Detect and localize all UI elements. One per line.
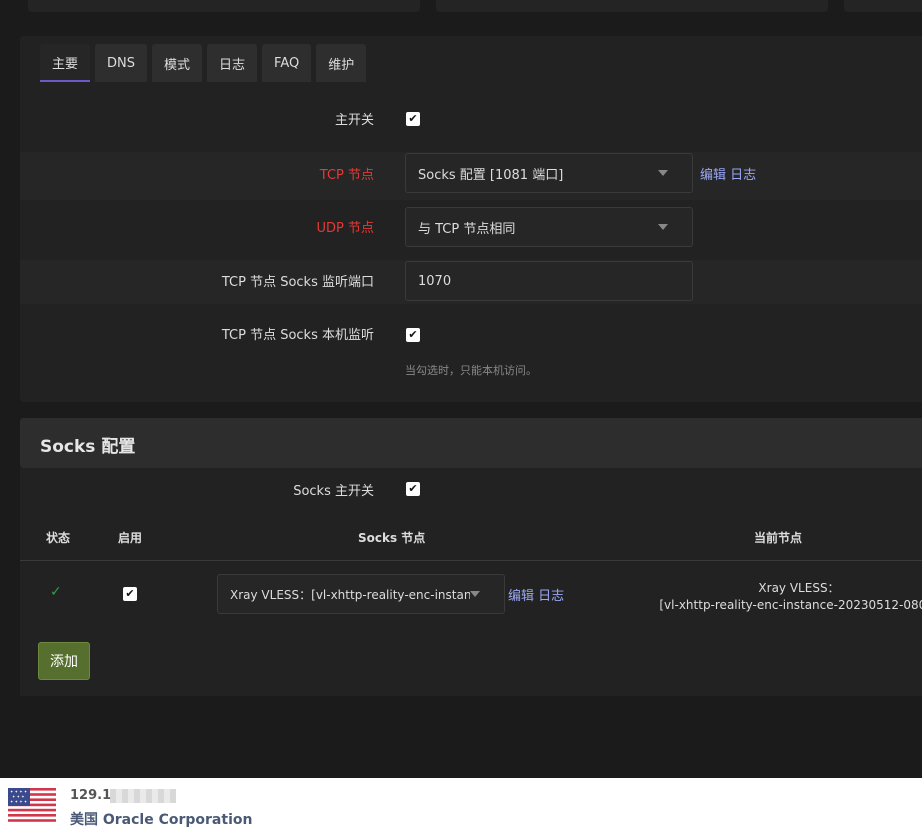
table-divider <box>20 560 922 561</box>
row-socks-node-value: Xray VLESS：[vl-xhttp-reality-enc-instan.… <box>230 587 470 602</box>
master-switch-checkbox[interactable]: ✔ <box>406 112 420 126</box>
socks-port-value: 1070 <box>418 273 452 289</box>
tab-mode[interactable]: 模式 <box>152 44 203 82</box>
row-current-node-line1: Xray VLESS： <box>758 581 840 595</box>
row-links: 编辑 日志 <box>508 585 564 604</box>
udp-node-select[interactable]: 与 TCP 节点相同 <box>405 207 693 247</box>
chevron-down-icon <box>470 591 480 597</box>
row-socks-node-select[interactable]: Xray VLESS：[vl-xhttp-reality-enc-instan.… <box>217 574 505 614</box>
socks-port-input[interactable]: 1070 <box>405 261 693 301</box>
udp-node-value: 与 TCP 节点相同 <box>418 221 516 237</box>
tab-main[interactable]: 主要 <box>40 44 91 82</box>
ip-address: 129.1 <box>70 788 112 803</box>
udp-node-row: UDP 节点 与 TCP 节点相同 <box>20 200 922 260</box>
tcp-node-edit-link[interactable]: 编辑 <box>700 168 726 183</box>
svg-text:✦ ✦ ✦ ✦: ✦ ✦ ✦ ✦ <box>10 799 28 804</box>
tcp-node-value: Socks 配置 [1081 端口] <box>418 167 564 183</box>
row-enabled-checkbox[interactable]: ✔ <box>123 587 137 601</box>
tcp-node-row: TCP 节点 Socks 配置 [1081 端口] 编辑 日志 <box>20 152 922 200</box>
socks-local-row: TCP 节点 Socks 本机监听 ✔ 当勾选时，只能本机访问。 <box>20 304 922 400</box>
tcp-node-log-link[interactable]: 日志 <box>730 168 756 183</box>
tcp-node-label: TCP 节点 <box>319 168 374 183</box>
socks-section-header: Socks 配置 <box>20 418 922 468</box>
udp-node-label: UDP 节点 <box>316 221 375 236</box>
column-header-status: 状态 <box>46 531 71 545</box>
tab-dns[interactable]: DNS <box>95 44 148 82</box>
chevron-down-icon <box>658 224 668 230</box>
master-switch-row: 主开关 ✔ <box>20 92 922 152</box>
row-log-link[interactable]: 日志 <box>538 589 564 604</box>
tab-bar: 主要 DNS 模式 日志 FAQ 维护 <box>40 44 367 82</box>
ip-organization: 美国 Oracle Corporation <box>70 812 253 828</box>
row-current-node-line2: [vl-xhttp-reality-enc-instance-20230512-… <box>659 598 922 612</box>
top-strip <box>0 0 922 22</box>
socks-local-checkbox[interactable]: ✔ <box>406 328 420 342</box>
us-flag-icon: ✦ ✦ ✦ ✦ ✦ ✦ ✦ ✦ ✦ ✦ ✦ <box>8 788 56 822</box>
socks-section-title: Socks 配置 <box>40 437 136 457</box>
tab-faq[interactable]: FAQ <box>262 44 312 82</box>
main-panel: 主要 DNS 模式 日志 FAQ 维护 主开关 ✔ TCP 节点 Socks 配… <box>20 36 922 402</box>
row-edit-link[interactable]: 编辑 <box>508 589 534 604</box>
tab-log[interactable]: 日志 <box>207 44 258 82</box>
column-header-socks-node: Socks 节点 <box>358 531 426 545</box>
socks-port-label: TCP 节点 Socks 监听端口 <box>221 275 374 290</box>
ip-info-footer: ✦ ✦ ✦ ✦ ✦ ✦ ✦ ✦ ✦ ✦ ✦ 129.1 美国 Oracle Co… <box>0 778 922 834</box>
top-card <box>436 0 828 12</box>
socks-master-checkbox[interactable]: ✔ <box>406 482 420 496</box>
ip-redacted-blur <box>110 789 176 803</box>
socks-master-label: Socks 主开关 <box>293 484 374 499</box>
socks-section-body: Socks 主开关 ✔ 状态 启用 Socks 节点 当前节点 ✓ ✔ Xray… <box>20 468 922 696</box>
master-switch-label: 主开关 <box>334 113 374 128</box>
socks-local-hint: 当勾选时，只能本机访问。 <box>405 364 537 377</box>
top-card <box>28 0 420 12</box>
top-card <box>844 0 922 12</box>
tcp-node-select[interactable]: Socks 配置 [1081 端口] <box>405 153 693 193</box>
status-ok-icon: ✓ <box>50 584 62 600</box>
tab-maintenance[interactable]: 维护 <box>316 44 367 82</box>
add-button[interactable]: 添加 <box>38 642 90 680</box>
socks-local-label: TCP 节点 Socks 本机监听 <box>221 328 374 343</box>
socks-port-row: TCP 节点 Socks 监听端口 1070 <box>20 260 922 304</box>
chevron-down-icon <box>658 170 668 176</box>
column-header-enabled: 启用 <box>118 531 143 545</box>
tcp-node-links: 编辑 日志 <box>700 164 756 183</box>
column-header-current-node: 当前节点 <box>754 531 803 545</box>
row-current-node: Xray VLESS： [vl-xhttp-reality-enc-instan… <box>620 580 922 614</box>
